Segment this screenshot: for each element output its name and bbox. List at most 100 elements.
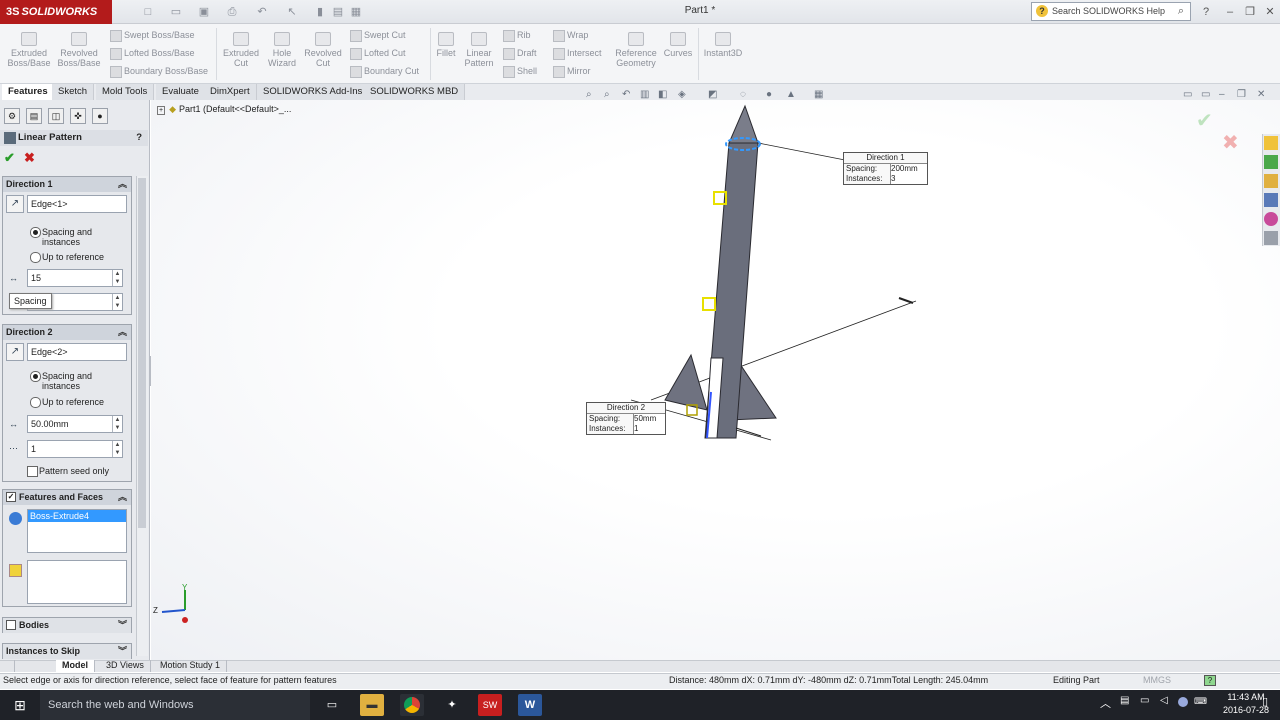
spacing-spinner[interactable]: ▲ ▼ (112, 416, 122, 432)
new-document-icon[interactable]: □ (140, 5, 156, 19)
previous-view-icon[interactable]: ↶ (622, 89, 630, 100)
help-button[interactable]: ? (1198, 4, 1214, 20)
options-icon[interactable]: ▦ (348, 5, 364, 19)
direction1-header[interactable]: Direction 1 ︽ (3, 177, 131, 192)
tray-app-icon[interactable] (1178, 697, 1188, 707)
direction2-edge-field[interactable]: Edge<2> (27, 343, 127, 361)
pattern-seed-only-checkbox[interactable]: Pattern seed only (27, 466, 109, 477)
tab-mbd[interactable]: SOLIDWORKS MBD (364, 84, 466, 100)
direction-arrow-icon[interactable]: ↗ (6, 195, 24, 213)
tray-chevron-icon[interactable]: ︿ (1100, 695, 1111, 711)
action-center-icon[interactable]: ▯ (1262, 695, 1268, 708)
direction2-arrow[interactable] (735, 427, 762, 437)
expand-icon[interactable]: ︾ (118, 644, 127, 659)
expand-icon[interactable]: ︾ (118, 618, 127, 633)
dir1-spacing-instances-radio[interactable]: Spacing and instances (30, 227, 128, 247)
viewport-icon[interactable]: ▭ (1183, 89, 1192, 100)
search-icon[interactable]: ⌕ (1178, 3, 1184, 20)
swept-boss-button[interactable]: Swept Boss/Base (110, 28, 195, 42)
instances-skip-header[interactable]: Instances to Skip ︾ (3, 644, 131, 659)
tab-motion-study[interactable]: Motion Study 1 (154, 660, 228, 672)
curves-button[interactable]: Curves (662, 30, 694, 58)
boundary-cut-button[interactable]: Boundary Cut (350, 64, 419, 78)
direction2-spacing-input[interactable]: 50.00mm ▲ ▼ (27, 415, 123, 433)
file-properties-icon[interactable]: ▤ (330, 5, 346, 19)
edit-appearance-icon[interactable]: ● (766, 89, 772, 100)
direction1-arrow[interactable] (898, 297, 914, 304)
direction1-spacing-input[interactable]: 15 ▲ ▼ (27, 269, 123, 287)
status-units[interactable]: MMGS (1143, 675, 1171, 685)
boundary-boss-button[interactable]: Boundary Boss/Base (110, 64, 208, 78)
swept-cut-button[interactable]: Swept Cut (350, 28, 406, 42)
draft-button[interactable]: Draft (503, 46, 537, 60)
features-faces-header[interactable]: ✓ Features and Faces ︽ (3, 490, 131, 505)
tab-3d-views[interactable]: 3D Views (100, 660, 151, 672)
tray-battery-icon[interactable]: ▭ (1140, 695, 1149, 706)
help-search-input[interactable]: ? Search SOLIDWORKS Help ⌕ (1031, 2, 1191, 21)
solidworks-composer-icon[interactable]: ✦ (440, 694, 464, 716)
view-orientation-icon[interactable]: ◈ (678, 89, 686, 100)
tray-keyboard-icon[interactable]: ⌨ (1194, 696, 1207, 707)
bodies-checkbox[interactable] (6, 620, 16, 630)
save-icon[interactable]: ▣ (196, 5, 212, 19)
instances-spinner[interactable]: ▲ ▼ (112, 441, 122, 457)
bodies-header[interactable]: Bodies ︾ (3, 618, 131, 633)
shell-button[interactable]: Shell (503, 64, 537, 78)
extruded-boss-button[interactable]: Extruded Boss/Base (6, 30, 52, 68)
window-minimize-icon[interactable]: – (1219, 89, 1225, 100)
direction1-callout[interactable]: Direction 1 Spacing: 200mm Instances: 3 (843, 152, 928, 185)
hole-wizard-button[interactable]: Hole Wizard (262, 30, 302, 68)
view-settings-icon[interactable]: ▦ (814, 89, 823, 100)
display-style-icon[interactable]: ◩ (708, 89, 717, 100)
dir2-spacing-instances-radio[interactable]: Spacing and instances (30, 371, 128, 391)
tab-dimxpert[interactable]: DimXpert (204, 84, 257, 100)
collapse-icon[interactable]: ︽ (118, 490, 127, 505)
direction2-callout[interactable]: Direction 2 Spacing: 50mm Instances: 1 (586, 402, 666, 435)
callout-instances-value[interactable]: 3 (890, 174, 927, 184)
task-view-icon[interactable]: ▭ (320, 694, 344, 716)
pattern-instance-marker[interactable] (702, 297, 716, 311)
dir2-up-to-reference-radio[interactable]: Up to reference (30, 397, 104, 408)
tab-features[interactable]: Features (2, 84, 55, 100)
solidworks-taskbar-icon[interactable]: SW (478, 694, 502, 716)
window-restore-icon[interactable]: ❐ (1237, 89, 1246, 100)
rocket-model[interactable] (151, 100, 1280, 660)
scroll-thumb[interactable] (138, 178, 146, 528)
callout-spacing-value[interactable]: 50mm (633, 414, 665, 424)
bodies-group[interactable]: Bodies ︾ (2, 617, 132, 633)
tab-evaluate[interactable]: Evaluate (156, 84, 206, 100)
ok-button[interactable]: ✔ (4, 150, 15, 166)
windows-start-icon[interactable]: ⊞ (0, 690, 40, 720)
taskbar-search[interactable]: Search the web and Windows (40, 690, 310, 720)
wrap-button[interactable]: Wrap (553, 28, 588, 42)
features-faces-checkbox[interactable]: ✓ (6, 492, 16, 502)
linear-pattern-button[interactable]: Linear Pattern (462, 30, 496, 68)
tray-volume-icon[interactable]: ◁ (1160, 695, 1168, 706)
solidworks-logo[interactable]: 3S SOLIDWORKS (0, 0, 112, 24)
hide-show-icon[interactable]: ◌ (740, 89, 746, 100)
mirror-button[interactable]: Mirror (553, 64, 591, 78)
lofted-cut-button[interactable]: Lofted Cut (350, 46, 406, 60)
restore-button[interactable]: ❐ (1242, 4, 1258, 20)
viewport-icon[interactable]: ▭ (1201, 89, 1210, 100)
tab-sketch[interactable]: Sketch (52, 84, 95, 100)
reference-geometry-button[interactable]: Reference Geometry (612, 30, 660, 68)
window-close-icon[interactable]: ✕ (1257, 89, 1265, 100)
faces-list[interactable] (27, 560, 127, 604)
tray-network-icon[interactable]: ▤ (1120, 695, 1129, 706)
apply-scene-icon[interactable]: ▲ (786, 89, 796, 100)
dir1-up-to-reference-radio[interactable]: Up to reference (30, 252, 104, 263)
features-list[interactable]: Boss-Extrude4 (27, 509, 127, 553)
direction2-instances-input[interactable]: 1 ▲ ▼ (27, 440, 123, 458)
callout-spacing-value[interactable]: 200mm (890, 164, 927, 174)
print-icon[interactable]: ⎙ (224, 5, 240, 19)
property-manager-icon[interactable]: ▤ (26, 108, 42, 124)
select-icon[interactable]: ↖ (284, 5, 300, 19)
panel-help-icon[interactable]: ? (136, 130, 142, 146)
instant3d-button[interactable]: Instant3D (702, 30, 744, 58)
direction1-edge-field[interactable]: Edge<1> (27, 195, 127, 213)
direction2-header[interactable]: Direction 2 ︽ (3, 325, 131, 340)
cancel-button[interactable]: ✖ (24, 150, 35, 166)
revolved-boss-button[interactable]: Revolved Boss/Base (56, 30, 102, 68)
feature-tree-icon[interactable]: ⚙ (4, 108, 20, 124)
